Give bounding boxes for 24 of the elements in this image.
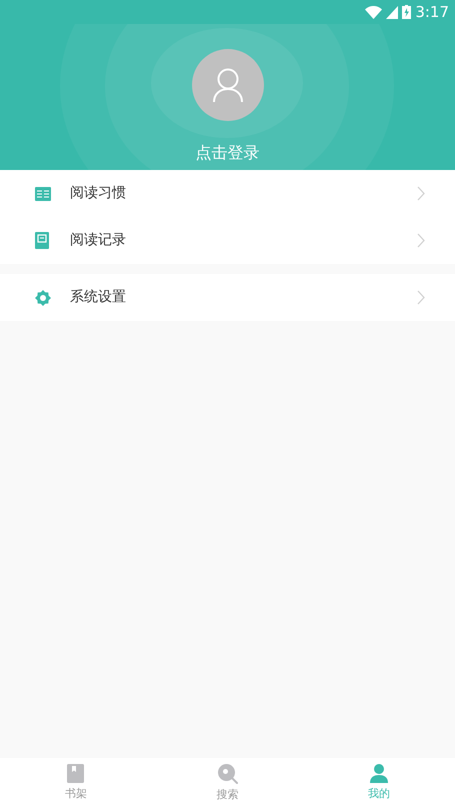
battery-icon (402, 5, 412, 19)
login-link[interactable]: 点击登录 (196, 141, 260, 165)
book-icon (67, 764, 84, 784)
person-icon (370, 764, 388, 784)
menu-label: 阅读习惯 (70, 184, 127, 203)
wifi-icon (365, 6, 382, 18)
menu-label: 系统设置 (70, 288, 127, 307)
book-icon (35, 232, 49, 249)
chevron-icon (417, 186, 425, 201)
chevron-icon (417, 233, 425, 248)
status-time: 3:17 (415, 4, 449, 20)
nav-tab[interactable]: 搜索 (152, 758, 304, 809)
settings-icon (35, 290, 51, 306)
menu-item[interactable]: 系统设置 (0, 274, 455, 321)
list-icon (35, 186, 51, 200)
menu-item[interactable]: 阅读习惯 (0, 170, 455, 217)
menu-label: 阅读记录 (70, 231, 127, 250)
nav-tab[interactable]: 我的 (303, 758, 455, 809)
chevron-icon (417, 290, 425, 305)
search-icon (218, 764, 238, 784)
nav-tab[interactable]: 书架 (0, 758, 152, 809)
menu-item[interactable]: 阅读记录 (0, 217, 455, 264)
signal-icon (386, 6, 398, 18)
person-icon (212, 68, 244, 102)
